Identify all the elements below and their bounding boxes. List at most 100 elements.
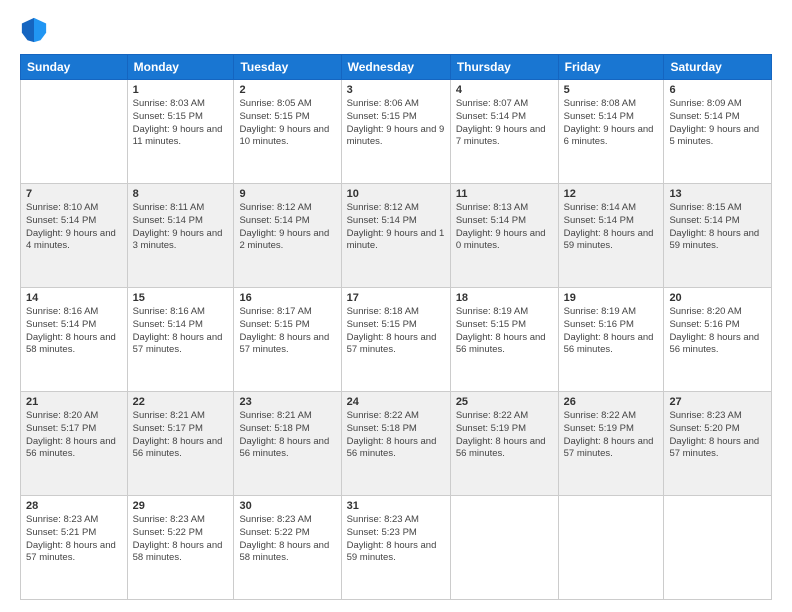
day-number: 7 <box>26 188 122 200</box>
sunset-time: Sunset: 5:14 PM <box>239 215 309 226</box>
sunrise-time: Sunrise: 8:22 AM <box>564 410 636 421</box>
daylight-hours: Daylight: 8 hours and 59 minutes. <box>347 540 437 564</box>
sunrise-time: Sunrise: 8:20 AM <box>669 306 741 317</box>
calendar-cell: 24 Sunrise: 8:22 AM Sunset: 5:18 PM Dayl… <box>341 392 450 496</box>
daylight-hours: Daylight: 9 hours and 11 minutes. <box>133 124 223 148</box>
day-number: 15 <box>133 292 229 304</box>
day-info: Sunrise: 8:22 AM Sunset: 5:19 PM Dayligh… <box>456 410 553 461</box>
sunrise-time: Sunrise: 8:20 AM <box>26 410 98 421</box>
sunset-time: Sunset: 5:15 PM <box>239 319 309 330</box>
calendar-week-row: 7 Sunrise: 8:10 AM Sunset: 5:14 PM Dayli… <box>21 184 772 288</box>
sunrise-time: Sunrise: 8:21 AM <box>239 410 311 421</box>
day-number: 2 <box>239 84 335 96</box>
header-tuesday: Tuesday <box>234 55 341 80</box>
daylight-hours: Daylight: 8 hours and 59 minutes. <box>669 228 759 252</box>
day-number: 12 <box>564 188 659 200</box>
day-info: Sunrise: 8:19 AM Sunset: 5:16 PM Dayligh… <box>564 306 659 357</box>
daylight-hours: Daylight: 9 hours and 5 minutes. <box>669 124 759 148</box>
calendar-cell: 29 Sunrise: 8:23 AM Sunset: 5:22 PM Dayl… <box>127 496 234 600</box>
calendar-cell: 9 Sunrise: 8:12 AM Sunset: 5:14 PM Dayli… <box>234 184 341 288</box>
day-number: 24 <box>347 396 445 408</box>
day-info: Sunrise: 8:23 AM Sunset: 5:22 PM Dayligh… <box>239 514 335 565</box>
sunrise-time: Sunrise: 8:23 AM <box>669 410 741 421</box>
calendar-week-row: 1 Sunrise: 8:03 AM Sunset: 5:15 PM Dayli… <box>21 80 772 184</box>
daylight-hours: Daylight: 8 hours and 56 minutes. <box>669 332 759 356</box>
day-number: 22 <box>133 396 229 408</box>
sunrise-time: Sunrise: 8:22 AM <box>456 410 528 421</box>
calendar-cell: 16 Sunrise: 8:17 AM Sunset: 5:15 PM Dayl… <box>234 288 341 392</box>
day-info: Sunrise: 8:17 AM Sunset: 5:15 PM Dayligh… <box>239 306 335 357</box>
day-number: 19 <box>564 292 659 304</box>
sunset-time: Sunset: 5:14 PM <box>133 319 203 330</box>
day-info: Sunrise: 8:03 AM Sunset: 5:15 PM Dayligh… <box>133 98 229 149</box>
header-monday: Monday <box>127 55 234 80</box>
daylight-hours: Daylight: 9 hours and 3 minutes. <box>133 228 223 252</box>
sunset-time: Sunset: 5:14 PM <box>669 215 739 226</box>
day-info: Sunrise: 8:18 AM Sunset: 5:15 PM Dayligh… <box>347 306 445 357</box>
calendar-cell: 17 Sunrise: 8:18 AM Sunset: 5:15 PM Dayl… <box>341 288 450 392</box>
calendar-cell: 13 Sunrise: 8:15 AM Sunset: 5:14 PM Dayl… <box>664 184 772 288</box>
calendar-table: Sunday Monday Tuesday Wednesday Thursday… <box>20 54 772 600</box>
calendar-week-row: 28 Sunrise: 8:23 AM Sunset: 5:21 PM Dayl… <box>21 496 772 600</box>
sunrise-time: Sunrise: 8:11 AM <box>133 202 205 213</box>
day-info: Sunrise: 8:20 AM Sunset: 5:16 PM Dayligh… <box>669 306 766 357</box>
day-number: 8 <box>133 188 229 200</box>
day-number: 26 <box>564 396 659 408</box>
sunrise-time: Sunrise: 8:14 AM <box>564 202 636 213</box>
calendar-cell: 19 Sunrise: 8:19 AM Sunset: 5:16 PM Dayl… <box>558 288 664 392</box>
sunrise-time: Sunrise: 8:17 AM <box>239 306 311 317</box>
day-number: 5 <box>564 84 659 96</box>
sunset-time: Sunset: 5:19 PM <box>456 423 526 434</box>
day-info: Sunrise: 8:23 AM Sunset: 5:21 PM Dayligh… <box>26 514 122 565</box>
daylight-hours: Daylight: 9 hours and 0 minutes. <box>456 228 546 252</box>
sunset-time: Sunset: 5:18 PM <box>347 423 417 434</box>
calendar-cell <box>450 496 558 600</box>
calendar-cell <box>558 496 664 600</box>
calendar-cell: 3 Sunrise: 8:06 AM Sunset: 5:15 PM Dayli… <box>341 80 450 184</box>
daylight-hours: Daylight: 9 hours and 1 minute. <box>347 228 445 252</box>
header-friday: Friday <box>558 55 664 80</box>
calendar-cell: 18 Sunrise: 8:19 AM Sunset: 5:15 PM Dayl… <box>450 288 558 392</box>
daylight-hours: Daylight: 9 hours and 4 minutes. <box>26 228 116 252</box>
day-info: Sunrise: 8:08 AM Sunset: 5:14 PM Dayligh… <box>564 98 659 149</box>
sunrise-time: Sunrise: 8:23 AM <box>347 514 419 525</box>
sunrise-time: Sunrise: 8:18 AM <box>347 306 419 317</box>
sunrise-time: Sunrise: 8:15 AM <box>669 202 741 213</box>
day-info: Sunrise: 8:20 AM Sunset: 5:17 PM Dayligh… <box>26 410 122 461</box>
sunset-time: Sunset: 5:14 PM <box>564 215 634 226</box>
weekday-header-row: Sunday Monday Tuesday Wednesday Thursday… <box>21 55 772 80</box>
calendar-cell: 22 Sunrise: 8:21 AM Sunset: 5:17 PM Dayl… <box>127 392 234 496</box>
day-number: 11 <box>456 188 553 200</box>
calendar-cell: 30 Sunrise: 8:23 AM Sunset: 5:22 PM Dayl… <box>234 496 341 600</box>
sunset-time: Sunset: 5:23 PM <box>347 527 417 538</box>
daylight-hours: Daylight: 8 hours and 56 minutes. <box>133 436 223 460</box>
sunset-time: Sunset: 5:15 PM <box>133 111 203 122</box>
sunset-time: Sunset: 5:17 PM <box>133 423 203 434</box>
daylight-hours: Daylight: 8 hours and 56 minutes. <box>26 436 116 460</box>
sunset-time: Sunset: 5:14 PM <box>669 111 739 122</box>
day-number: 21 <box>26 396 122 408</box>
calendar-cell: 10 Sunrise: 8:12 AM Sunset: 5:14 PM Dayl… <box>341 184 450 288</box>
day-number: 25 <box>456 396 553 408</box>
sunset-time: Sunset: 5:22 PM <box>239 527 309 538</box>
sunset-time: Sunset: 5:15 PM <box>239 111 309 122</box>
sunset-time: Sunset: 5:14 PM <box>456 111 526 122</box>
sunrise-time: Sunrise: 8:03 AM <box>133 98 205 109</box>
calendar-cell: 5 Sunrise: 8:08 AM Sunset: 5:14 PM Dayli… <box>558 80 664 184</box>
sunset-time: Sunset: 5:14 PM <box>133 215 203 226</box>
sunrise-time: Sunrise: 8:06 AM <box>347 98 419 109</box>
sunrise-time: Sunrise: 8:12 AM <box>239 202 311 213</box>
calendar-cell: 6 Sunrise: 8:09 AM Sunset: 5:14 PM Dayli… <box>664 80 772 184</box>
sunset-time: Sunset: 5:15 PM <box>347 111 417 122</box>
sunrise-time: Sunrise: 8:19 AM <box>456 306 528 317</box>
sunrise-time: Sunrise: 8:13 AM <box>456 202 528 213</box>
sunset-time: Sunset: 5:18 PM <box>239 423 309 434</box>
sunset-time: Sunset: 5:14 PM <box>26 319 96 330</box>
day-number: 20 <box>669 292 766 304</box>
day-number: 17 <box>347 292 445 304</box>
day-info: Sunrise: 8:12 AM Sunset: 5:14 PM Dayligh… <box>239 202 335 253</box>
day-info: Sunrise: 8:23 AM Sunset: 5:23 PM Dayligh… <box>347 514 445 565</box>
daylight-hours: Daylight: 8 hours and 57 minutes. <box>26 540 116 564</box>
calendar-week-row: 21 Sunrise: 8:20 AM Sunset: 5:17 PM Dayl… <box>21 392 772 496</box>
sunset-time: Sunset: 5:14 PM <box>26 215 96 226</box>
